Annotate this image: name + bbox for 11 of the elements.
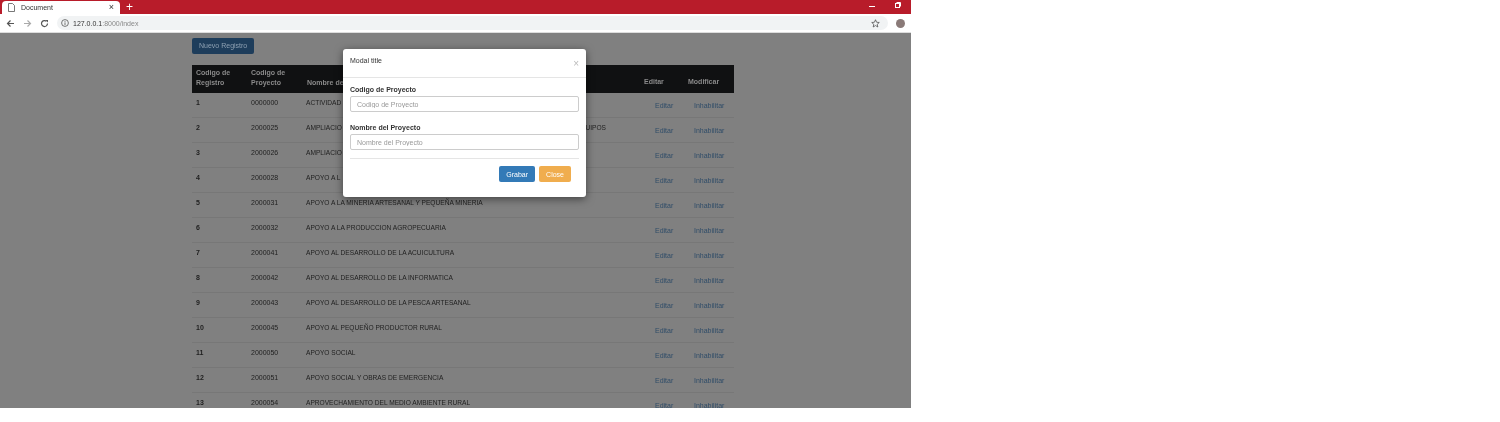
reload-icon[interactable]	[40, 18, 49, 28]
back-icon[interactable]	[6, 18, 15, 28]
restore-icon[interactable]	[895, 2, 901, 8]
new-tab-button[interactable]: +	[126, 1, 133, 14]
page-icon	[8, 3, 15, 12]
star-icon[interactable]	[871, 18, 880, 28]
minimize-icon[interactable]	[869, 6, 875, 8]
avatar-icon[interactable]	[896, 18, 905, 28]
info-icon	[61, 19, 69, 27]
close-button[interactable]: ×	[573, 59, 579, 77]
tab-close-button[interactable]: ×	[108, 3, 114, 12]
